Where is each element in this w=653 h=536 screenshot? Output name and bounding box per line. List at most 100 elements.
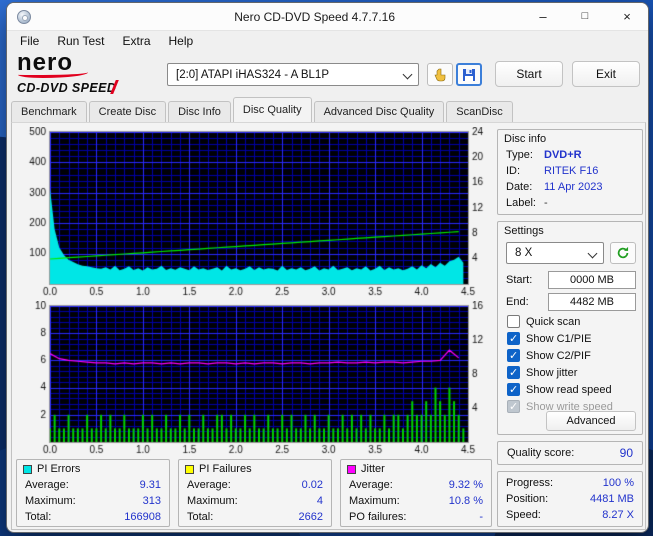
chevron-down-icon <box>587 248 598 259</box>
stat-label: Average: <box>187 479 231 491</box>
speed-label: Speed: <box>506 509 541 521</box>
checkbox-quick-scan[interactable]: Quick scan <box>507 314 580 329</box>
checkbox-icon <box>507 383 520 396</box>
tab-advanced-disc-quality[interactable]: Advanced Disc Quality <box>313 101 445 122</box>
pi-failures-title: PI Failures <box>199 463 252 475</box>
progress-panel: Progress: 100 % Position: 4481 MB Speed: 8.… <box>497 471 643 527</box>
stat-label: Maximum: <box>187 495 238 507</box>
stat-label: Total: <box>25 511 52 523</box>
speed-value: 8.27 X <box>602 509 634 521</box>
pi-errors-panel: PI Errors Average: 9.31 Maximum: 313 Total… <box>16 459 170 527</box>
progress-value: 100 % <box>602 477 634 489</box>
disc-info-panel: Disc info Type: DVD+R ID: RITEK F16 Date… <box>497 129 643 215</box>
stat-label: Maximum: <box>349 495 400 507</box>
checkbox-show-read-speed[interactable]: Show read speed <box>507 382 612 397</box>
start-label: Start: <box>506 274 533 286</box>
titlebar[interactable]: Nero CD-DVD Speed 4.7.7.16 – □ × <box>7 3 648 31</box>
jitter-title: Jitter <box>361 463 385 475</box>
stat-value: 9.32 % <box>448 479 483 491</box>
menu-item-help[interactable]: Help <box>160 33 203 49</box>
pi-errors-read-speed-chart <box>14 127 490 301</box>
tab-disc-quality[interactable]: Disc Quality <box>232 97 312 122</box>
stat-label: Average: <box>349 479 393 491</box>
disc-quality-page: PI Errors Average: 9.31 Maximum: 313 Total… <box>11 122 646 530</box>
menubar: File Run Test Extra Help <box>7 31 648 51</box>
pi-errors-color-swatch <box>23 464 32 474</box>
stat-label: Average: <box>25 479 69 491</box>
chevron-down-icon <box>402 69 413 80</box>
jitter-panel: Jitter Average: 9.32 % Maximum: 10.8 % PO … <box>340 459 492 527</box>
menu-item-file[interactable]: File <box>11 33 48 49</box>
tab-create-disc[interactable]: Create Disc <box>88 101 167 122</box>
disc-info-title: Disc info <box>504 133 547 145</box>
close-button[interactable]: × <box>606 3 648 31</box>
checkbox-icon <box>507 349 520 362</box>
quality-score-panel: Quality score: 90 <box>497 441 643 465</box>
menu-item-run-test[interactable]: Run Test <box>48 33 113 49</box>
checkbox-icon <box>507 315 520 328</box>
drive-select-value: [2:0] ATAPI iHAS324 - A BL1P <box>176 68 329 81</box>
start-button[interactable]: Start <box>495 61 563 87</box>
tab-bar: Benchmark Create Disc Disc Info Disc Qua… <box>11 97 644 122</box>
checkbox-show-c2-pif[interactable]: Show C2/PIF <box>507 348 591 363</box>
nero-logo: nero CD-DVD SPEED <box>17 51 162 96</box>
toolbar: nero CD-DVD SPEED [2:0] ATAPI iHAS324 - … <box>7 51 648 97</box>
disc-type-value: DVD+R <box>544 149 582 161</box>
stat-value: 2662 <box>298 511 323 523</box>
checkbox-icon <box>507 332 520 345</box>
stat-label: Total: <box>187 511 214 523</box>
tab-benchmark[interactable]: Benchmark <box>11 101 87 122</box>
stat-value: 0.02 <box>301 479 323 491</box>
progress-label: Progress: <box>506 477 554 489</box>
disc-date-value: 11 Apr 2023 <box>544 181 603 193</box>
jitter-color-swatch <box>347 464 356 474</box>
stat-label: PO failures: <box>349 511 407 523</box>
caption-buttons: – □ × <box>522 3 648 31</box>
nero-logo-subtitle: CD-DVD SPEED <box>17 81 117 95</box>
pi-failures-color-swatch <box>185 464 194 474</box>
stat-value: 9.31 <box>139 479 161 491</box>
hand-icon <box>434 68 446 81</box>
tab-scandisc[interactable]: ScanDisc <box>446 101 513 122</box>
stat-value: - <box>479 511 483 523</box>
speed-select[interactable]: 8 X <box>506 242 604 264</box>
stat-value: 10.8 % <box>448 495 483 507</box>
disc-id-value: RITEK F16 <box>544 165 599 177</box>
speed-select-value: 8 X <box>515 247 533 259</box>
maximize-button[interactable]: □ <box>564 3 606 31</box>
settings-panel: Settings 8 X Start: 0000 MB End: 4482 MB… <box>497 221 643 435</box>
start-mb-field[interactable]: 0000 MB <box>548 271 636 289</box>
refresh-button[interactable] <box>610 242 636 264</box>
window-title: Nero CD-DVD Speed 4.7.7.16 <box>234 10 396 24</box>
minimize-button[interactable]: – <box>522 3 564 31</box>
disc-id-label: ID: <box>506 165 521 177</box>
disc-type-label: Type: <box>506 149 533 161</box>
quality-score-value: 90 <box>619 446 633 460</box>
settings-title: Settings <box>504 225 544 237</box>
checkbox-show-c1-pie[interactable]: Show C1/PIE <box>507 331 591 346</box>
save-icon <box>463 68 475 81</box>
menu-item-extra[interactable]: Extra <box>113 33 159 49</box>
position-value: 4481 MB <box>589 493 634 505</box>
end-label: End: <box>506 296 529 308</box>
checkbox-icon <box>507 366 520 379</box>
advanced-button[interactable]: Advanced <box>546 411 636 431</box>
pi-failures-panel: PI Failures Average: 0.02 Maximum: 4 Total… <box>178 459 332 527</box>
end-mb-field[interactable]: 4482 MB <box>548 293 636 311</box>
quality-score-label: Quality score: <box>507 447 575 459</box>
save-results-button[interactable] <box>456 63 482 86</box>
checkbox-show-jitter[interactable]: Show jitter <box>507 365 577 380</box>
pi-failures-jitter-chart <box>14 301 490 459</box>
position-label: Position: <box>506 493 549 505</box>
disc-label-value: - <box>544 197 548 209</box>
stat-value: 4 <box>316 495 323 507</box>
stat-label: Maximum: <box>25 495 76 507</box>
cd-disc-icon <box>17 10 31 24</box>
disc-label-label: Label: <box>506 197 536 209</box>
tab-disc-info[interactable]: Disc Info <box>168 101 231 122</box>
drive-select[interactable]: [2:0] ATAPI iHAS324 - A BL1P <box>167 63 419 86</box>
exit-button[interactable]: Exit <box>572 61 640 87</box>
app-window: Nero CD-DVD Speed 4.7.7.16 – □ × File Ru… <box>6 2 649 533</box>
stat-value: 166908 <box>124 511 161 523</box>
hand-tool-button[interactable] <box>427 63 453 86</box>
